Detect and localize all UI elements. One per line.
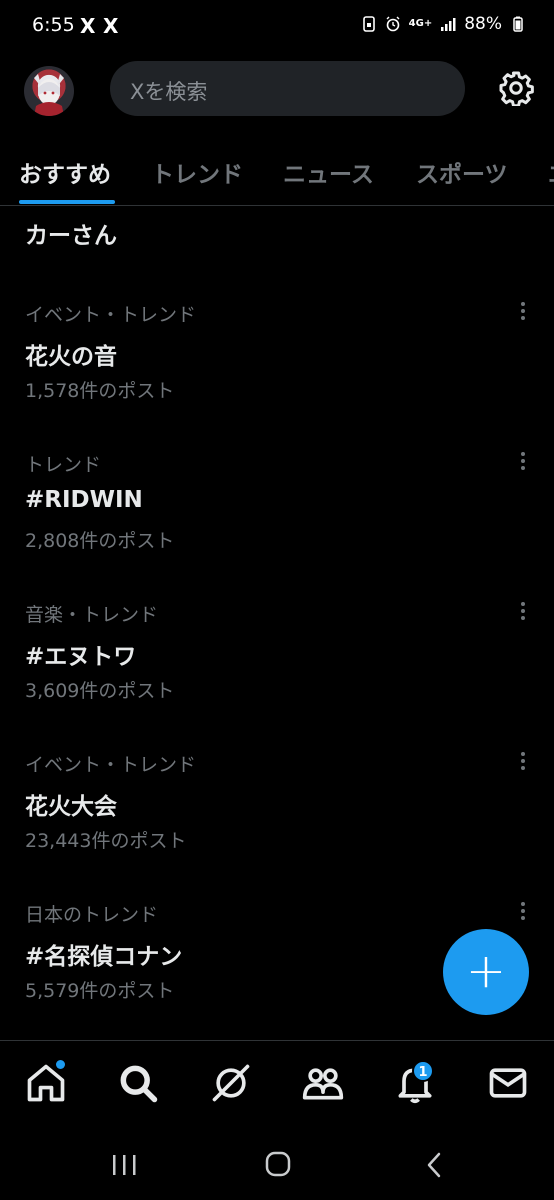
- back-icon[interactable]: [414, 1150, 454, 1180]
- active-tab-indicator: [19, 200, 115, 204]
- trend-name: #RIDWIN: [25, 487, 143, 513]
- trend-category: イベント・トレンド: [25, 754, 197, 776]
- trend-item[interactable]: イベント・トレンド 花火大会 23,443件のポスト: [0, 750, 554, 900]
- trend-item[interactable]: トレンド #RIDWIN 2,808件のポスト: [0, 450, 554, 600]
- tab-news[interactable]: ニュース: [283, 155, 374, 189]
- more-options-icon[interactable]: [518, 302, 528, 322]
- grok-icon[interactable]: [209, 1061, 253, 1105]
- trend-post-count: 5,579件のポスト: [25, 980, 175, 1002]
- status-right-group: 4G+ 88%: [361, 14, 526, 34]
- more-options-icon[interactable]: [518, 452, 528, 472]
- battery-icon: [513, 16, 523, 32]
- trend-category: トレンド: [25, 454, 102, 476]
- home-system-icon[interactable]: [258, 1150, 298, 1180]
- trend-name: 花火の音: [25, 344, 117, 370]
- tab-sports[interactable]: スポーツ: [416, 155, 508, 189]
- x-notification-icon: X: [80, 14, 96, 38]
- avatar[interactable]: [24, 66, 74, 116]
- tab-trending[interactable]: トレンド: [151, 155, 243, 189]
- tab-for-you[interactable]: おすすめ: [19, 155, 111, 189]
- sim-icon: [362, 16, 375, 32]
- trend-post-count: 3,609件のポスト: [25, 680, 175, 702]
- trend-post-count: 23,443件のポスト: [25, 830, 187, 852]
- avatar-image: [34, 74, 64, 116]
- trend-category: 日本のトレンド: [25, 904, 159, 926]
- search-input[interactable]: Xを検索: [110, 61, 465, 116]
- home-new-dot: [56, 1060, 65, 1069]
- more-options-icon[interactable]: [518, 752, 528, 772]
- signal-icon: [441, 18, 456, 31]
- alarm-icon: [386, 16, 400, 32]
- trend-category: イベント・トレンド: [25, 304, 197, 326]
- trend-post-count: 2,808件のポスト: [25, 530, 175, 552]
- trend-item[interactable]: 音楽・トレンド #エヌトワ 3,609件のポスト: [0, 600, 554, 750]
- communities-icon[interactable]: [301, 1061, 345, 1105]
- trend-name: #エヌトワ: [25, 644, 137, 670]
- compose-post-button[interactable]: +: [443, 929, 529, 1015]
- trend-category: 音楽・トレンド: [25, 604, 159, 626]
- settings-gear-icon[interactable]: [498, 70, 534, 106]
- notification-badge: 1: [412, 1060, 434, 1082]
- more-options-icon[interactable]: [518, 602, 528, 622]
- x-notification-icon: X: [103, 14, 119, 38]
- tab-entertainment[interactable]: エ: [548, 155, 554, 189]
- trend-name: 花火大会: [25, 794, 117, 820]
- explore-tabs: おすすめ トレンド ニュース スポーツ エ: [0, 140, 554, 206]
- battery-percent: 88%: [464, 14, 502, 34]
- more-options-icon[interactable]: [518, 902, 528, 922]
- trend-post-count: 1,578件のポスト: [25, 380, 175, 402]
- network-type: 4G+: [408, 18, 433, 29]
- trend-item[interactable]: イベント・トレンド 花火の音 1,578件のポスト: [0, 300, 554, 450]
- top-header: Xを検索: [0, 52, 554, 128]
- status-bar: 6:55 X X 4G+ 88%: [0, 0, 554, 52]
- partial-trend-name[interactable]: カーさん: [25, 216, 117, 250]
- messages-icon[interactable]: [486, 1061, 530, 1105]
- bottom-navigation: 1: [0, 1040, 554, 1128]
- system-navigation: [0, 1128, 554, 1200]
- search-icon[interactable]: [116, 1061, 160, 1105]
- status-time: 6:55: [32, 14, 75, 36]
- trend-name: #名探偵コナン: [25, 944, 183, 970]
- recent-apps-icon[interactable]: [104, 1150, 144, 1180]
